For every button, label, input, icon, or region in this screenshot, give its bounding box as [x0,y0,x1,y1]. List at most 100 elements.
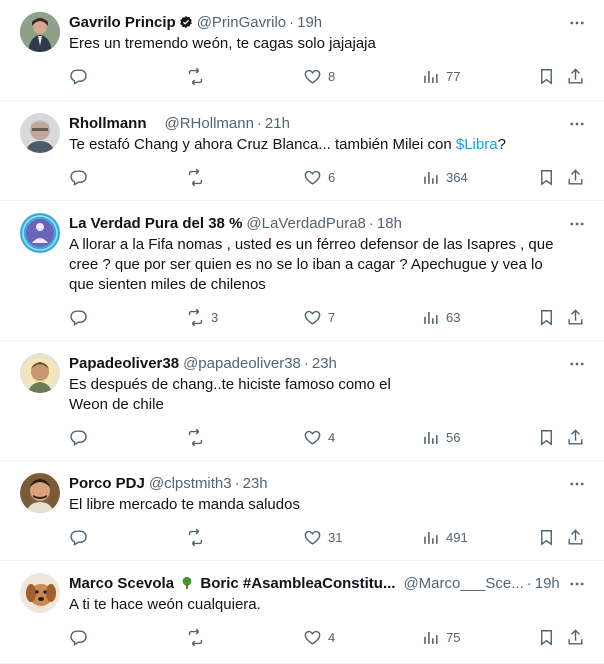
share-icon [568,67,583,84]
author-name[interactable]: Papadeoliver38 [69,355,179,372]
tweet[interactable]: Porco PDJ @clpstmith3 · 23h El libre mer… [0,461,604,561]
avatar[interactable] [20,353,60,393]
reply-button[interactable] [69,628,94,647]
timestamp[interactable]: 23h [243,475,268,492]
tweet[interactable]: Marco Scevola Boric #AsambleaConstitu...… [0,561,604,664]
avatar[interactable] [20,12,60,52]
bookmark-button[interactable] [537,628,556,647]
views-button[interactable]: 491 [421,528,468,547]
author-handle[interactable]: @Marco___Sce... [403,575,523,592]
like-button[interactable]: 4 [303,428,335,447]
like-button[interactable]: 31 [303,528,342,547]
author-name[interactable]: Marco Scevola Boric #AsambleaConstitu... [69,575,395,592]
views-button[interactable]: 75 [421,628,460,647]
bookmark-button[interactable] [537,168,556,187]
like-button[interactable]: 6 [303,168,335,187]
author-handle[interactable]: @papadeoliver38 [183,355,301,372]
views-icon [424,431,438,444]
share-icon [568,528,583,545]
author-handle[interactable]: @LaVerdadPura8 [246,215,365,232]
tweet[interactable]: Papadeoliver38 @papadeoliver38 · 23h Es … [0,341,604,461]
timestamp[interactable]: 23h [312,355,337,372]
tweet-text-segment: Eres un tremendo weón, te cagas solo jaj… [69,35,376,52]
cashtag-link[interactable]: $Libra [456,136,498,153]
retweet-button[interactable]: 3 [186,308,218,327]
author-handle[interactable]: @RHollmann [165,115,254,132]
share-icon [568,168,583,185]
more-icon[interactable] [568,215,586,233]
tweet-header: Rhollmann @RHollmann · 21h [69,113,588,133]
avatar[interactable] [20,213,60,253]
retweet-count: 3 [211,309,219,325]
more-icon[interactable] [568,355,586,373]
author-name[interactable]: Gavrilo Princip [69,14,176,31]
reply-button[interactable] [69,67,94,86]
separator-dot: · [234,474,240,492]
like-button[interactable]: 7 [303,308,335,327]
retweet-button[interactable] [186,67,211,86]
reply-icon [70,529,87,546]
reply-button[interactable] [69,428,94,447]
author-name[interactable]: Porco PDJ [69,475,145,492]
timestamp[interactable]: 18h [377,215,402,232]
more-icon[interactable] [568,575,586,593]
views-button[interactable]: 56 [421,428,460,447]
bookmark-button[interactable] [537,67,556,86]
views-icon [424,631,438,644]
timestamp[interactable]: 19h [535,575,560,592]
share-icon [568,308,583,325]
avatar[interactable] [20,473,60,513]
avatar[interactable] [20,113,60,153]
share-button[interactable] [566,528,585,547]
share-button[interactable] [566,168,585,187]
action-bar: 8 77 [69,66,588,86]
bookmark-button[interactable] [537,528,556,547]
retweet-button[interactable] [186,168,211,187]
like-icon [304,69,321,84]
like-icon [304,530,321,545]
reply-button[interactable] [69,528,94,547]
share-button[interactable] [566,308,585,327]
bookmark-button[interactable] [537,308,556,327]
tweet[interactable]: Rhollmann @RHollmann · 21h Te estafó Cha… [0,101,604,201]
reply-button[interactable] [69,168,94,187]
timestamp[interactable]: 21h [265,115,290,132]
reply-icon [70,309,87,326]
retweet-button[interactable] [186,428,211,447]
tweet-text: Eres un tremendo weón, te cagas solo jaj… [69,34,588,54]
tweet-text-segment: A ti te hace weón cualquiera. [69,596,261,613]
share-button[interactable] [566,428,585,447]
more-icon[interactable] [568,115,586,133]
retweet-button[interactable] [186,528,211,547]
action-bar: 3 7 63 [69,307,588,327]
more-icon[interactable] [568,14,586,32]
separator-dot: · [368,214,374,232]
tweet[interactable]: La Verdad Pura del 38 % @LaVerdadPura8 ·… [0,201,604,341]
tweet[interactable]: Gavrilo Princip @PrinGavrilo · 19h Eres … [0,0,604,101]
reply-feed: Gavrilo Princip @PrinGavrilo · 19h Eres … [0,0,604,664]
author-name-part: Boric #AsambleaConstitu... [200,574,396,592]
author-name[interactable]: Rhollmann [69,115,147,132]
more-icon[interactable] [568,475,586,493]
share-button[interactable] [566,628,585,647]
views-count: 77 [446,68,461,84]
bookmark-button[interactable] [537,428,556,447]
views-button[interactable]: 63 [421,308,460,327]
tweet-text-segment: Te estafó Chang y ahora Cruz Blanca... t… [69,136,456,153]
share-icon [568,628,583,645]
views-icon [424,70,438,83]
timestamp[interactable]: 19h [297,14,322,31]
share-button[interactable] [566,67,585,86]
like-button[interactable]: 8 [303,67,335,86]
author-handle[interactable]: @clpstmith3 [149,475,232,492]
retweet-button[interactable] [186,628,211,647]
views-button[interactable]: 77 [421,67,460,86]
views-button[interactable]: 364 [421,168,468,187]
like-count: 7 [328,309,336,325]
author-handle[interactable]: @PrinGavrilo [197,14,286,31]
action-bar: 4 56 [69,427,588,447]
reply-button[interactable] [69,308,94,327]
avatar[interactable] [20,573,60,613]
like-button[interactable]: 4 [303,628,335,647]
author-name[interactable]: La Verdad Pura del 38 % [69,215,242,232]
